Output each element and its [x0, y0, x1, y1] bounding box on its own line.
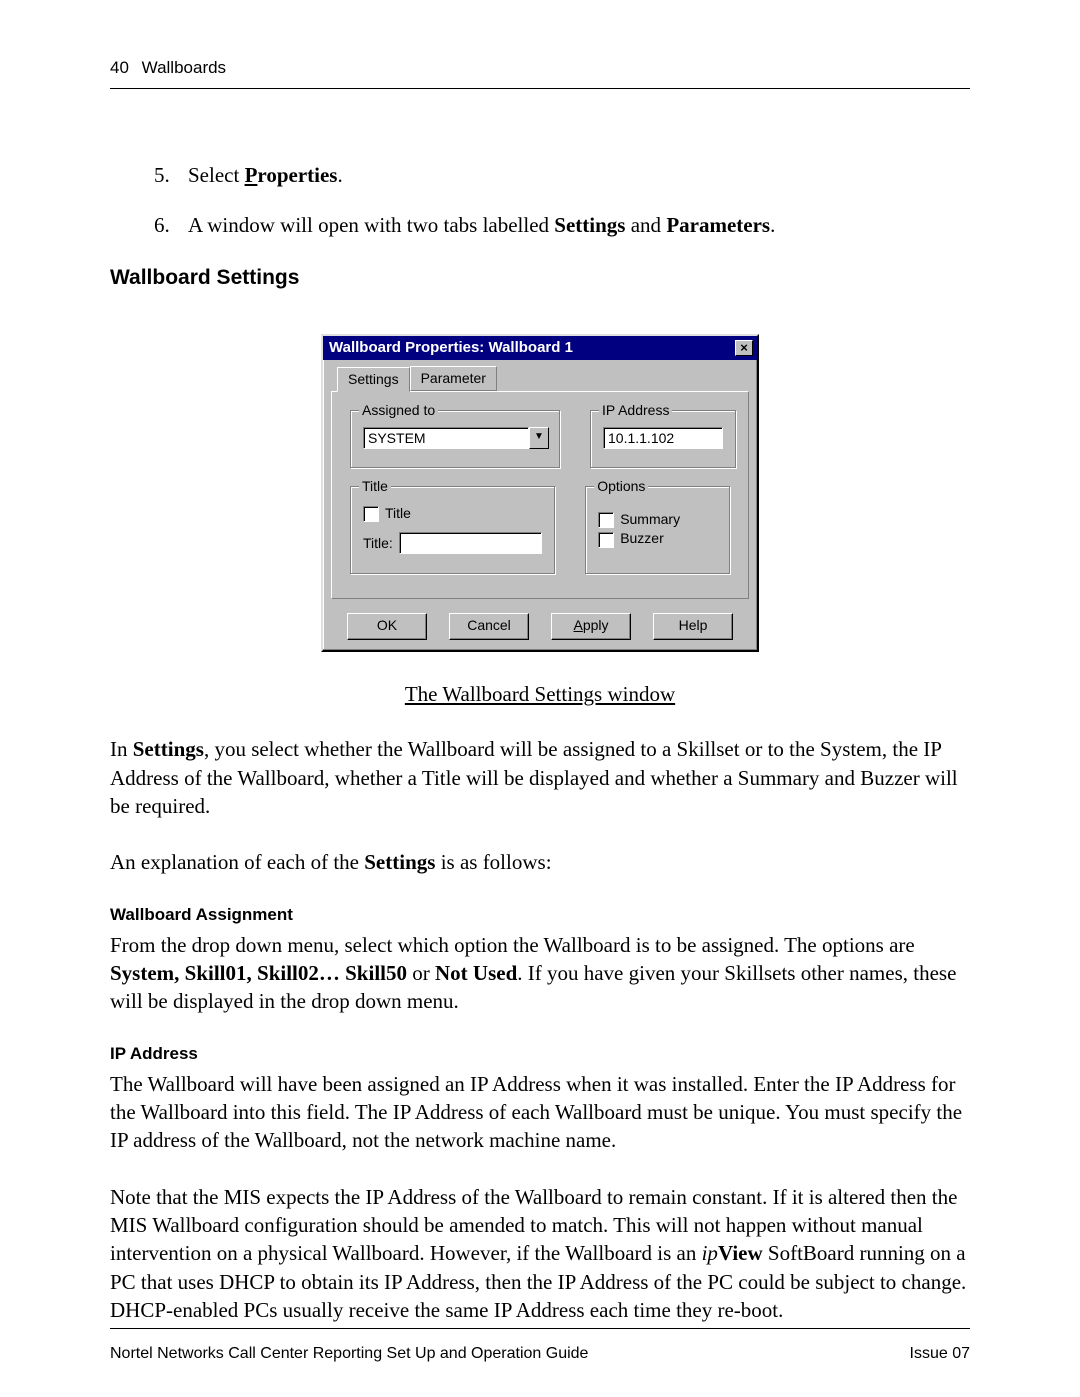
mnemonic-letter: A	[573, 617, 582, 633]
text-italic: ip	[702, 1241, 718, 1265]
group-label: IP Address	[599, 402, 672, 418]
running-footer: Nortel Networks Call Center Reporting Se…	[110, 1345, 970, 1363]
header-section: Wallboards	[142, 58, 226, 77]
step-text: A window will open with two tabs labelle…	[188, 209, 775, 243]
buzzer-checkbox[interactable]	[598, 532, 614, 548]
assigned-to-value[interactable]: SYSTEM	[363, 427, 529, 449]
text: is as follows:	[435, 850, 551, 874]
document-page: 40 Wallboards 5. Select Properties. 6. A…	[0, 0, 1080, 1397]
text-bold: Not Used	[435, 961, 517, 985]
apply-button[interactable]: Apply	[551, 613, 631, 640]
step-text: Select Properties.	[188, 159, 343, 193]
footer-title: Nortel Networks Call Center Reporting Se…	[110, 1345, 588, 1363]
paragraph: In Settings, you select whether the Wall…	[110, 735, 970, 820]
cancel-button[interactable]: Cancel	[449, 613, 529, 640]
text: In	[110, 737, 133, 761]
text-bold: Settings	[364, 850, 435, 874]
titlebar: Wallboard Properties: Wallboard 1 ×	[323, 336, 757, 360]
subheading-ip-address: IP Address	[110, 1044, 970, 1064]
assigned-to-combo[interactable]: SYSTEM ▼	[363, 427, 549, 449]
footer-rule	[110, 1328, 970, 1329]
step-number: 6.	[154, 209, 188, 243]
text: or	[407, 961, 435, 985]
group-ip-address: IP Address 10.1.1.102	[590, 410, 736, 468]
group-options: Options Summary Buzzer	[585, 486, 730, 574]
dialog-figure: Wallboard Properties: Wallboard 1 × Sett…	[110, 334, 970, 652]
tab-settings[interactable]: Settings	[337, 367, 410, 392]
chevron-down-icon[interactable]: ▼	[529, 427, 549, 449]
text-bold: View	[718, 1241, 763, 1265]
tab-strip: Settings Parameter	[331, 366, 749, 391]
running-header: 40 Wallboards	[110, 58, 970, 78]
title-checkbox-row: Title	[363, 505, 542, 522]
text: , you select whether the Wallboard will …	[110, 737, 958, 818]
summary-checkbox[interactable]	[598, 512, 614, 528]
title-checkbox[interactable]	[363, 506, 379, 522]
text-bold: Settings	[133, 737, 204, 761]
paragraph: Note that the MIS expects the IP Address…	[110, 1183, 970, 1325]
buzzer-checkbox-row: Buzzer	[598, 530, 717, 547]
group-title: Title Title Title:	[350, 486, 555, 574]
checkbox-label: Buzzer	[620, 530, 664, 546]
window-title: Wallboard Properties: Wallboard 1	[329, 339, 573, 356]
text: .	[337, 163, 342, 187]
ip-address-input[interactable]: 10.1.1.102	[603, 427, 723, 449]
text-bold: Settings	[554, 213, 625, 237]
tab-parameter[interactable]: Parameter	[410, 366, 497, 391]
dialog-button-row: OK Cancel Apply Help	[331, 613, 749, 640]
subheading-wallboard-assignment: Wallboard Assignment	[110, 905, 970, 925]
text: From the drop down menu, select which op…	[110, 933, 915, 957]
figure-caption: The Wallboard Settings window	[110, 682, 970, 707]
checkbox-label: Summary	[620, 511, 680, 527]
mnemonic-letter: P	[245, 163, 258, 187]
close-button[interactable]: ×	[735, 340, 753, 356]
group-assigned-to: Assigned to SYSTEM ▼	[350, 410, 560, 468]
ok-button[interactable]: OK	[347, 613, 427, 640]
text: roperties	[257, 163, 337, 187]
dialog-client-area: Settings Parameter Assigned to SYSTEM ▼	[323, 360, 757, 650]
numbered-steps: 5. Select Properties. 6. A window will o…	[154, 159, 970, 242]
heading-wallboard-settings: Wallboard Settings	[110, 266, 970, 290]
text: and	[625, 213, 666, 237]
text-bold: System, Skill01, Skill02… Skill50	[110, 961, 407, 985]
wallboard-properties-dialog: Wallboard Properties: Wallboard 1 × Sett…	[321, 334, 759, 652]
step-number: 5.	[154, 159, 188, 193]
text: pply	[583, 617, 609, 633]
summary-checkbox-row: Summary	[598, 511, 717, 528]
checkbox-label: Title	[385, 505, 411, 521]
text: An explanation of each of the	[110, 850, 364, 874]
paragraph: An explanation of each of the Settings i…	[110, 848, 970, 876]
title-input[interactable]	[399, 532, 542, 554]
step-5: 5. Select Properties.	[154, 159, 970, 193]
text-bold: Parameters	[666, 213, 770, 237]
title-field-label: Title:	[363, 535, 393, 551]
title-field-row: Title:	[363, 532, 542, 554]
paragraph: From the drop down menu, select which op…	[110, 931, 970, 1016]
text: Select	[188, 163, 245, 187]
text: .	[770, 213, 775, 237]
text: A window will open with two tabs labelle…	[188, 213, 554, 237]
settings-tab-panel: Assigned to SYSTEM ▼ IP Address 10.1.1.1…	[331, 391, 749, 599]
page-number: 40	[110, 58, 129, 77]
footer-issue: Issue 07	[910, 1345, 970, 1363]
help-button[interactable]: Help	[653, 613, 733, 640]
step-6: 6. A window will open with two tabs labe…	[154, 209, 970, 243]
group-label: Title	[359, 478, 391, 494]
group-label: Options	[594, 478, 648, 494]
paragraph: The Wallboard will have been assigned an…	[110, 1070, 970, 1155]
group-label: Assigned to	[359, 402, 438, 418]
header-rule	[110, 88, 970, 89]
